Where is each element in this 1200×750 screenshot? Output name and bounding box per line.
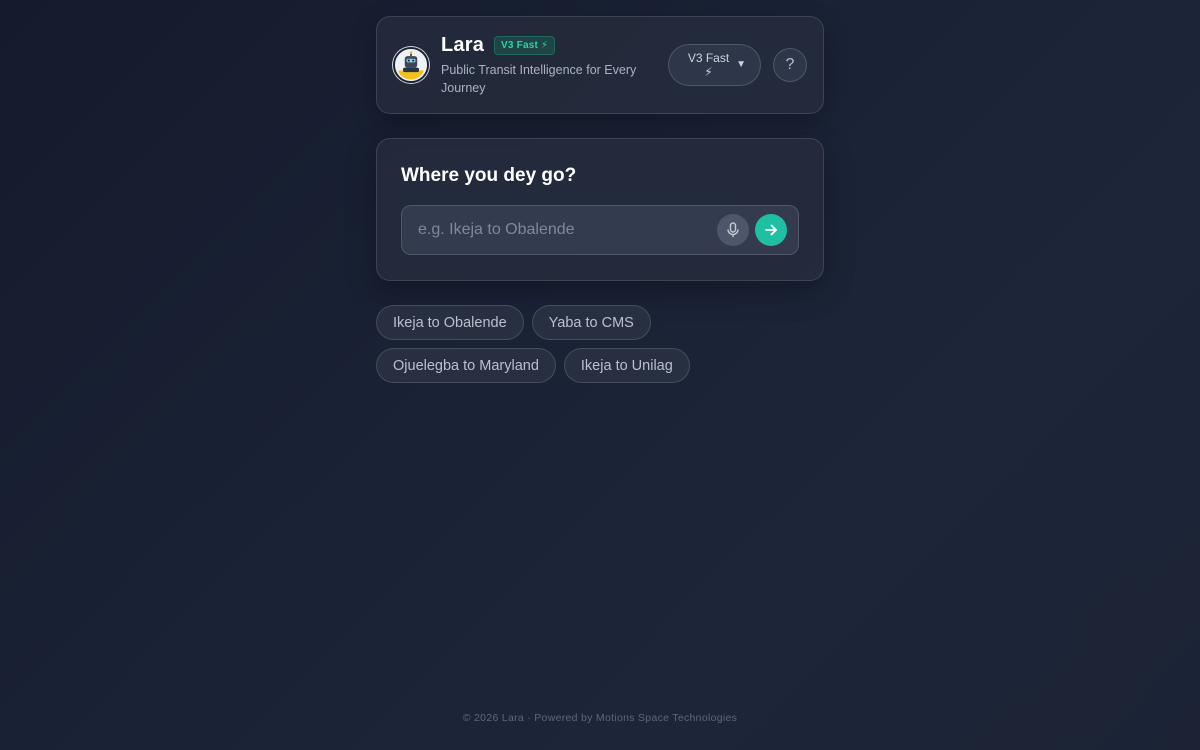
microphone-icon xyxy=(727,222,739,237)
voice-input-button[interactable] xyxy=(717,214,749,246)
search-card: Where you dey go? xyxy=(376,138,824,281)
version-badge: V3 Fast ⚡ xyxy=(494,35,556,55)
brand-block: Lara V3 Fast ⚡ Public Transit Intelligen… xyxy=(441,34,668,97)
arrow-right-icon xyxy=(765,224,777,236)
destination-input[interactable] xyxy=(418,221,717,239)
brand-subtitle: Public Transit Intelligence for Every Jo… xyxy=(441,62,637,95)
search-box xyxy=(401,205,799,255)
suggestion-chip[interactable]: Yaba to CMS xyxy=(531,305,651,340)
search-title: Where you dey go? xyxy=(401,165,577,186)
suggestion-chip[interactable]: Ikeja to Unilag xyxy=(563,348,690,383)
footer-text: © 2026 Lara · Powered by Motions Space T… xyxy=(462,712,738,724)
help-button[interactable]: ? xyxy=(773,48,807,82)
chevron-down-icon: ▼ xyxy=(736,59,746,70)
search-submit-button[interactable] xyxy=(755,214,787,246)
brand-name: Lara xyxy=(441,33,485,56)
robot-avatar-icon xyxy=(393,47,429,83)
model-select-value: V3 Fast ⚡ xyxy=(687,51,730,79)
suggestion-chip[interactable]: Ikeja to Obalende xyxy=(376,305,524,340)
suggestion-chips: Ikeja to Obalende Yaba to CMS Ojuelegba … xyxy=(376,305,824,383)
main-column: Lara V3 Fast ⚡ Public Transit Intelligen… xyxy=(376,16,824,383)
model-select[interactable]: V3 Fast ⚡ ▼ xyxy=(668,44,761,86)
header-card: Lara V3 Fast ⚡ Public Transit Intelligen… xyxy=(376,16,824,114)
suggestion-chip[interactable]: Ojuelegba to Maryland xyxy=(376,348,556,383)
